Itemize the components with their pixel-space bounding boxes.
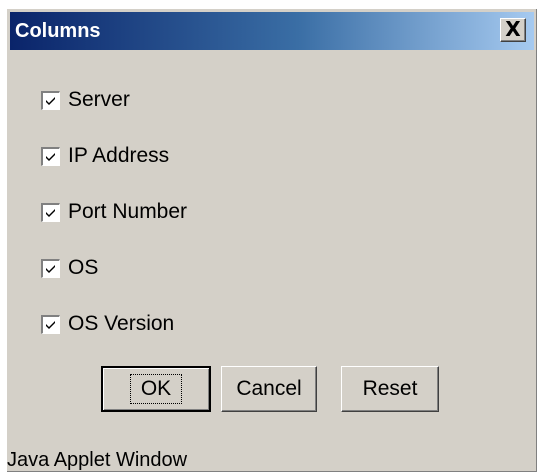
checkmark-icon — [46, 152, 55, 161]
checkbox-label-os-version: OS Version — [68, 312, 175, 335]
reset-button-label: Reset — [362, 377, 418, 400]
checkbox-server[interactable] — [41, 90, 60, 110]
column-option-server[interactable]: Server — [41, 87, 130, 113]
checkbox-label-ip-address: IP Address — [68, 144, 170, 167]
close-icon: X — [505, 17, 521, 41]
checkmark-icon — [46, 208, 55, 217]
close-button[interactable]: X — [500, 18, 526, 42]
checkbox-os-version[interactable] — [41, 314, 60, 334]
cancel-button[interactable]: Cancel — [221, 366, 317, 412]
checkbox-os[interactable] — [41, 258, 60, 278]
checkbox-port-number[interactable] — [41, 202, 60, 222]
column-option-port-number[interactable]: Port Number — [41, 199, 187, 225]
checkbox-ip-address[interactable] — [41, 146, 60, 166]
checkbox-label-os: OS — [68, 256, 99, 279]
dialog-title: Columns — [15, 20, 101, 42]
checkmark-icon — [46, 320, 55, 329]
checkbox-label-port-number: Port Number — [68, 200, 188, 223]
ok-button-label: OK — [129, 374, 183, 404]
column-option-ip-address[interactable]: IP Address — [41, 143, 169, 169]
reset-button[interactable]: Reset — [341, 366, 439, 412]
checkmark-icon — [46, 264, 55, 273]
title-bar[interactable]: Columns X — [10, 12, 534, 50]
column-option-os[interactable]: OS — [41, 255, 98, 281]
checkbox-label-server: Server — [68, 88, 130, 111]
checkmark-icon — [46, 96, 55, 105]
columns-dialog: Columns X Server IP Address Port Number … — [6, 8, 537, 472]
cancel-button-label: Cancel — [236, 377, 302, 400]
ok-button[interactable]: OK — [101, 366, 211, 412]
status-text: Java Applet Window — [7, 449, 188, 471]
column-option-os-version[interactable]: OS Version — [41, 311, 174, 337]
